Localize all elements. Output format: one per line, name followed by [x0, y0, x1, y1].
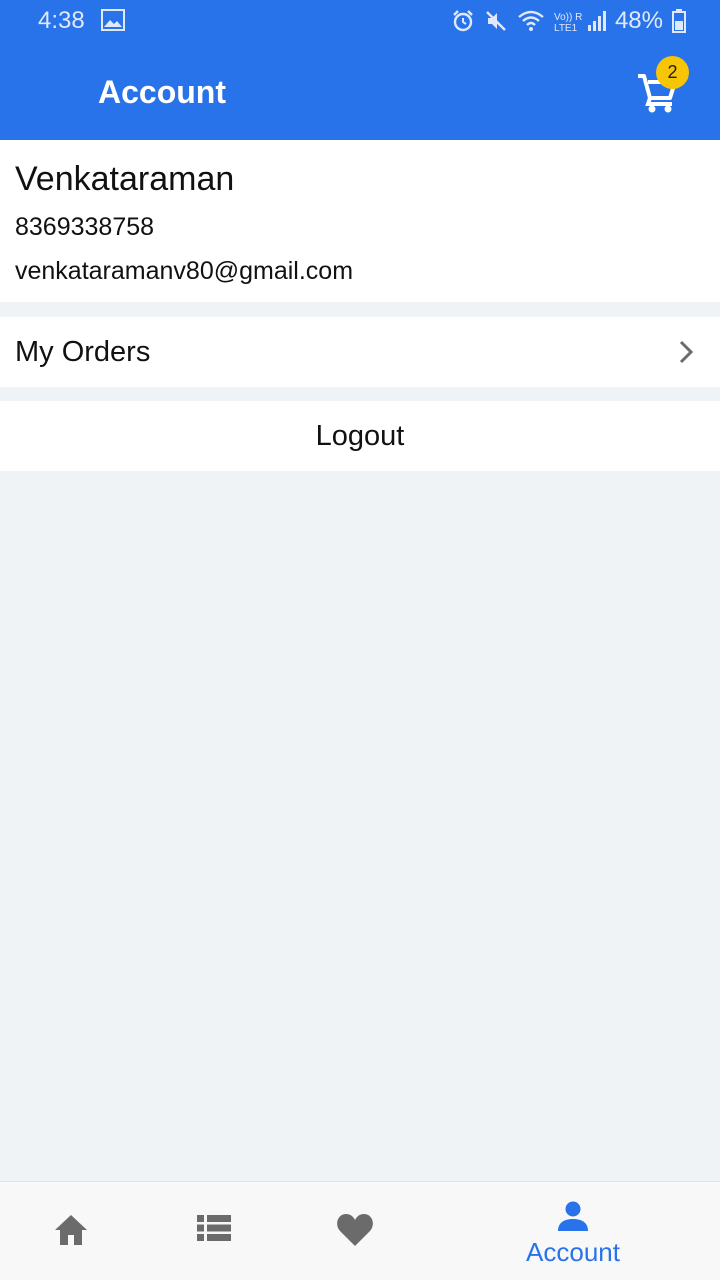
chevron-right-icon [679, 340, 694, 364]
svg-text:LTE1: LTE1 [554, 23, 578, 33]
status-time: 4:38 [38, 7, 85, 34]
user-email: venkataramanv80@gmail.com [15, 257, 354, 285]
user-name: Venkataraman [15, 160, 235, 198]
nav-account-label: Account [526, 1237, 620, 1267]
cart-count-badge: 2 [656, 56, 689, 89]
app-header: 4:38 Vo)) R LTE1 48% Account 2 [0, 0, 720, 140]
wifi-icon [518, 10, 544, 31]
person-icon [558, 1201, 588, 1231]
nav-home[interactable] [36, 1182, 106, 1280]
nav-account[interactable]: Account [500, 1182, 646, 1280]
heart-icon [337, 1214, 373, 1246]
nav-categories[interactable] [179, 1182, 249, 1280]
logout-button[interactable]: Logout [0, 401, 720, 471]
signal-icon: Vo)) R LTE1 [554, 11, 606, 33]
mute-icon [486, 11, 506, 31]
status-icons: Vo)) R LTE1 48% [451, 7, 686, 35]
svg-text:Vo)) R: Vo)) R [554, 12, 582, 23]
battery-percent: 48% [614, 7, 663, 34]
bottom-nav: Account [0, 1181, 720, 1280]
status-bar: 4:38 Vo)) R LTE1 48% [0, 0, 720, 40]
nav-favorites[interactable] [320, 1182, 390, 1280]
profile-card: Venkataraman 8369338758 venkataramanv80@… [0, 140, 720, 302]
page-title: Account [98, 74, 226, 110]
image-notification-icon [101, 9, 125, 31]
my-orders-label: My Orders [15, 336, 151, 368]
home-icon [55, 1215, 87, 1245]
logout-label: Logout [315, 420, 405, 452]
battery-icon [672, 9, 686, 33]
alarm-icon [453, 10, 473, 32]
user-phone: 8369338758 [15, 213, 155, 241]
my-orders-row[interactable]: My Orders [0, 317, 720, 387]
list-icon [197, 1215, 231, 1241]
